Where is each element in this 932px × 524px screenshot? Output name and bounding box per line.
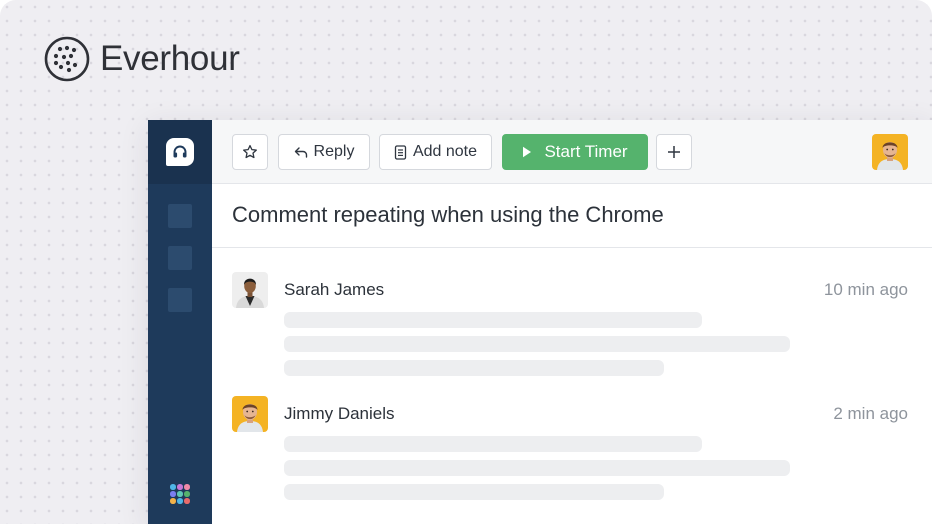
brand-name: Everhour: [100, 39, 240, 78]
comment-text-placeholder: [284, 460, 790, 476]
add-note-label: Add note: [412, 143, 478, 160]
helpdesk-window: Reply Add note Start Timer Comment repea…: [148, 120, 932, 524]
plus-icon: [667, 145, 681, 159]
sidebar-home[interactable]: [148, 120, 212, 184]
comment-item: Jimmy Daniels 2 min ago: [212, 396, 932, 506]
sidebar-nav-item[interactable]: [168, 246, 192, 270]
apps-grid-icon[interactable]: [170, 484, 190, 504]
comment-item: Sarah James 10 min ago: [212, 272, 932, 382]
sidebar-nav-item[interactable]: [168, 288, 192, 312]
page-background: Everhour Reply Add note Start Timer Comm…: [0, 0, 932, 524]
add-note-button[interactable]: Add note: [379, 134, 492, 170]
everhour-logo-icon: [44, 36, 90, 82]
reply-arrow-icon: [294, 145, 308, 159]
current-user-avatar[interactable]: [872, 134, 908, 170]
comment-text-placeholder: [284, 312, 702, 328]
author-avatar: [232, 396, 268, 432]
comment-text-placeholder: [284, 436, 702, 452]
add-button[interactable]: [656, 134, 692, 170]
app-sidebar: [148, 120, 212, 524]
comment-timestamp: 2 min ago: [833, 404, 908, 423]
reply-button[interactable]: Reply: [278, 134, 370, 170]
comment-timestamp: 10 min ago: [823, 280, 908, 299]
headset-logo-icon: [166, 138, 194, 166]
comment-text-placeholder: [284, 336, 790, 352]
ticket-subject: Comment repeating when using the Chrome: [212, 184, 932, 248]
play-icon: [522, 146, 532, 158]
ticket-title: Comment repeating when using the Chrome: [232, 202, 664, 227]
star-button[interactable]: [232, 134, 268, 170]
reply-label: Reply: [313, 143, 355, 160]
ticket-toolbar: Reply Add note Start Timer: [212, 120, 932, 184]
start-timer-button[interactable]: Start Timer: [502, 134, 648, 170]
star-icon: [242, 144, 258, 160]
comment-author: Sarah James: [284, 280, 385, 299]
author-avatar: [232, 272, 268, 308]
sidebar-nav-item[interactable]: [168, 204, 192, 228]
start-timer-label: Start Timer: [544, 142, 628, 161]
note-icon: [394, 144, 407, 160]
comment-text-placeholder: [284, 484, 664, 500]
brand-header: Everhour: [44, 36, 240, 82]
comment-author: Jimmy Daniels: [284, 404, 395, 423]
comment-text-placeholder: [284, 360, 664, 376]
